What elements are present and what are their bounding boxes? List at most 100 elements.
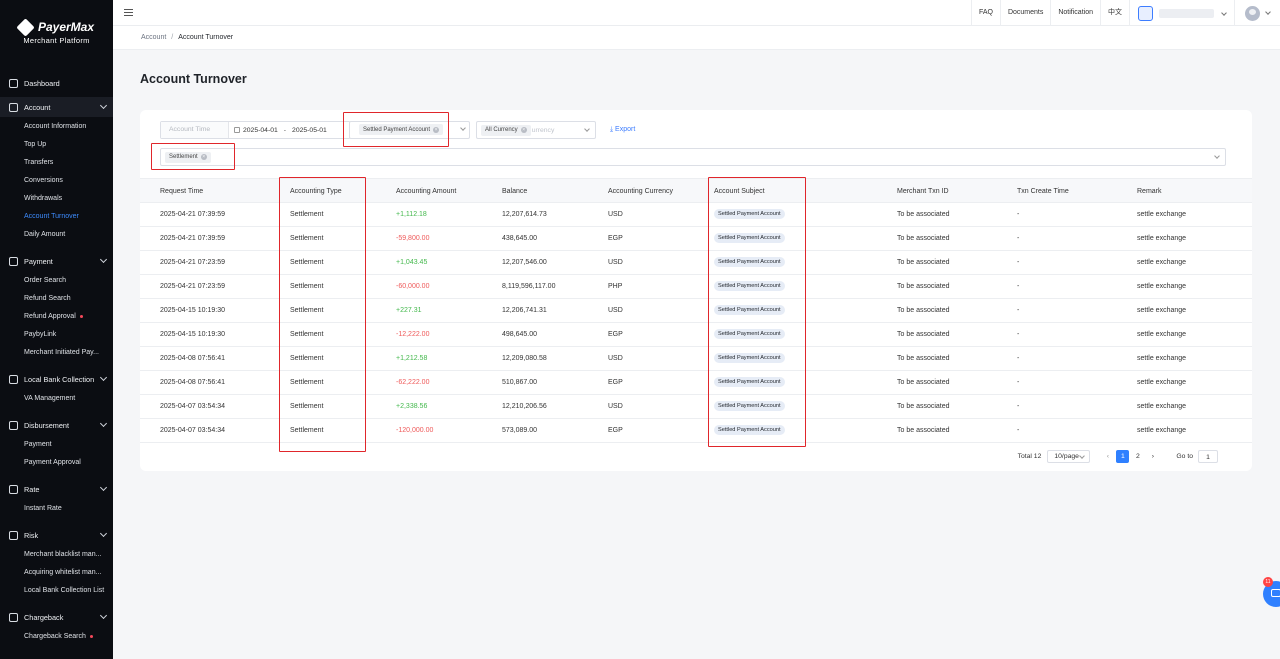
page-size-select[interactable]: 10/page <box>1047 450 1091 463</box>
cell-txn-create-time: - <box>1017 259 1020 266</box>
cell-account-subject: Settled Payment Account <box>714 371 785 395</box>
chevron-down-icon <box>99 529 108 538</box>
cell-txn-create-time: - <box>1017 307 1020 314</box>
sidebar-group-rate[interactable]: Rate <box>0 479 113 499</box>
cell-accounting-type: Settlement <box>290 403 324 410</box>
page-title: Account Turnover <box>140 72 247 86</box>
sidebar-item-transfers[interactable]: Transfers <box>0 153 113 171</box>
chat-button[interactable]: 11 <box>1263 577 1280 607</box>
sidebar-item-label: Risk <box>24 530 39 540</box>
cell-accounting-amount: -59,800.00 <box>396 235 430 242</box>
bank-icon <box>9 374 18 384</box>
sidebar-item-merchant-initiated[interactable]: Merchant Initiated Pay... <box>0 343 113 361</box>
cell-balance: 12,207,614.73 <box>502 211 547 218</box>
merchant-avatar <box>1138 5 1153 21</box>
page-2-button[interactable]: 2 <box>1131 450 1144 463</box>
cell-txn-create-time: - <box>1017 283 1020 290</box>
cell-accounting-type: Settlement <box>290 307 324 314</box>
notification-link[interactable]: Notification <box>1050 0 1100 26</box>
sidebar-group-account[interactable]: Account <box>0 97 113 117</box>
sidebar-item-daily-amount[interactable]: Daily Amount <box>0 225 113 243</box>
turnover-card: Account Time 2025-04-01 - 2025-05-01 Set… <box>140 110 1252 471</box>
date-from[interactable]: 2025-04-01 <box>243 127 278 134</box>
next-page-icon[interactable]: › <box>1146 450 1159 463</box>
breadcrumb-account[interactable]: Account <box>141 34 166 41</box>
currency-select[interactable]: All Currency × urrency <box>476 121 596 139</box>
table-row: 2025-04-08 07:56:41 Settlement +1,212.58 12… <box>140 347 1252 371</box>
sidebar-item-conversions[interactable]: Conversions <box>0 171 113 189</box>
sidebar-item-instant-rate[interactable]: Instant Rate <box>0 499 113 517</box>
sidebar-item-refund-search[interactable]: Refund Search <box>0 289 113 307</box>
chevron-down-icon <box>99 373 108 382</box>
cell-accounting-type: Settlement <box>290 235 324 242</box>
subject-badge: Settled Payment Account <box>714 233 785 244</box>
goto-input[interactable]: 1 <box>1198 450 1218 463</box>
chevron-down-icon <box>99 419 108 428</box>
user-menu[interactable] <box>1234 0 1280 26</box>
cell-currency: EGP <box>608 331 623 338</box>
merchant-switcher[interactable] <box>1129 0 1234 26</box>
page-1-button[interactable]: 1 <box>1116 450 1130 463</box>
subject-badge: Settled Payment Account <box>714 305 785 316</box>
export-label: Export <box>615 126 636 133</box>
sidebar-group-chargeback[interactable]: Chargeback <box>0 607 113 627</box>
menu-toggle-icon[interactable] <box>124 9 133 16</box>
remove-tag-icon[interactable]: × <box>433 126 440 133</box>
chevron-up-icon <box>99 101 108 110</box>
sidebar-item-account-turnover[interactable]: Account Turnover <box>0 207 113 225</box>
sidebar-item-refund-approval[interactable]: Refund Approval <box>0 307 113 325</box>
sidebar-item-order-search[interactable]: Order Search <box>0 271 113 289</box>
sidebar-item-label: Chargeback <box>24 612 64 622</box>
account-time-filter[interactable]: Account Time 2025-04-01 - 2025-05-01 <box>160 121 357 139</box>
sidebar-item-account-information[interactable]: Account Information <box>0 117 113 135</box>
sidebar-group-disbursement[interactable]: Disbursement <box>0 415 113 435</box>
cell-accounting-amount: +1,043.45 <box>396 259 428 266</box>
sidebar-item-withdrawals[interactable]: Withdrawals <box>0 189 113 207</box>
sidebar-item-acquiring-whitelist[interactable]: Acquiring whitelist man... <box>0 563 113 581</box>
sidebar-item-dashboard[interactable]: Dashboard <box>0 73 113 93</box>
remove-tag-icon[interactable]: × <box>200 154 207 160</box>
sidebar-group-local-bank[interactable]: Local Bank Collection <box>0 369 113 389</box>
col-request-time: Request Time <box>160 188 204 195</box>
sidebar-item-payment[interactable]: Payment <box>0 435 113 453</box>
sidebar-item-payment-approval[interactable]: Payment Approval <box>0 453 113 471</box>
cell-currency: USD <box>608 403 623 410</box>
cell-currency: USD <box>608 355 623 362</box>
subject-badge: Settled Payment Account <box>714 425 785 436</box>
currency-placeholder: urrency <box>531 126 555 134</box>
cell-currency: USD <box>608 307 623 314</box>
table-row: 2025-04-07 03:54:34 Settlement -120,000.00… <box>140 419 1252 443</box>
language-switch[interactable]: 中文 <box>1100 0 1129 26</box>
export-button[interactable]: ⤓ Export <box>610 126 635 134</box>
cell-remark: settle exchange <box>1137 283 1187 290</box>
sidebar-item-label: Rate <box>24 484 40 494</box>
dashboard-icon <box>9 78 18 88</box>
avatar <box>1245 5 1260 21</box>
remove-tag-icon[interactable]: × <box>520 127 527 133</box>
cell-accounting-type: Settlement <box>290 259 324 266</box>
sidebar-group-risk[interactable]: Risk <box>0 525 113 545</box>
faq-link[interactable]: FAQ <box>970 0 1000 26</box>
col-merchant-txn-id: Merchant Txn ID <box>897 188 949 195</box>
sidebar-item-merchant-blacklist[interactable]: Merchant blacklist man... <box>0 545 113 563</box>
sidebar-item-chargeback-search[interactable]: Chargeback Search <box>0 627 113 645</box>
cell-balance: 12,209,080.58 <box>502 355 547 362</box>
sidebar-item-paybylink[interactable]: PaybyLink <box>0 325 113 343</box>
cell-balance: 12,206,741.31 <box>502 307 547 314</box>
sidebar-item-label: Chargeback Search <box>24 632 86 640</box>
prev-page-icon[interactable]: ‹ <box>1101 450 1114 463</box>
sidebar-item-local-bank-collection-list[interactable]: Local Bank Collection List <box>0 581 113 599</box>
accounting-type-select[interactable]: Settlement × <box>160 148 1226 166</box>
cell-accounting-type: Settlement <box>290 211 324 218</box>
sidebar-item-top-up[interactable]: Top Up <box>0 135 113 153</box>
documents-link[interactable]: Documents <box>999 0 1050 26</box>
sidebar-item-label: Account <box>24 102 51 112</box>
sidebar-item-va-management[interactable]: VA Management <box>0 389 113 407</box>
currency-tag-label: All Currency <box>485 127 518 133</box>
account-subject-select[interactable]: Settled Payment Account × <box>349 121 470 139</box>
top-bar: FAQ Documents Notification 中文 <box>113 0 1280 26</box>
sidebar-group-payment[interactable]: Payment <box>0 251 113 271</box>
cell-txn-create-time: - <box>1017 235 1020 242</box>
notification-dot <box>89 634 93 638</box>
date-to[interactable]: 2025-05-01 <box>292 127 327 134</box>
